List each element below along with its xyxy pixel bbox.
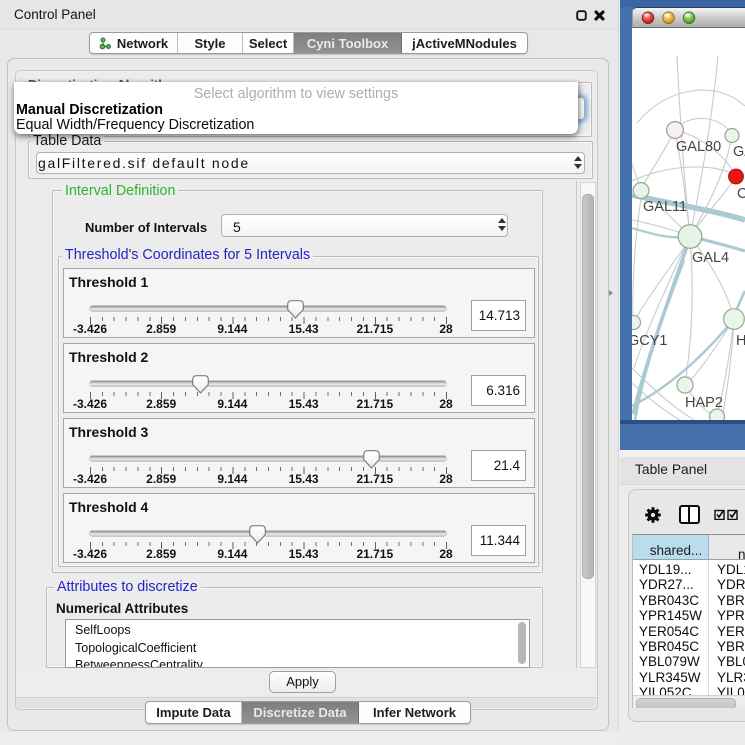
svg-text:GCY1: GCY1 [632,333,668,349]
svg-text:GAL4: GAL4 [692,250,729,266]
svg-text:GA: GA [733,144,745,160]
svg-text:H: H [736,333,745,349]
svg-text:GAL80: GAL80 [676,139,721,155]
svg-text:GAL11: GAL11 [643,199,687,215]
svg-text:HAP2: HAP2 [685,395,723,411]
svg-text:C: C [737,186,745,202]
